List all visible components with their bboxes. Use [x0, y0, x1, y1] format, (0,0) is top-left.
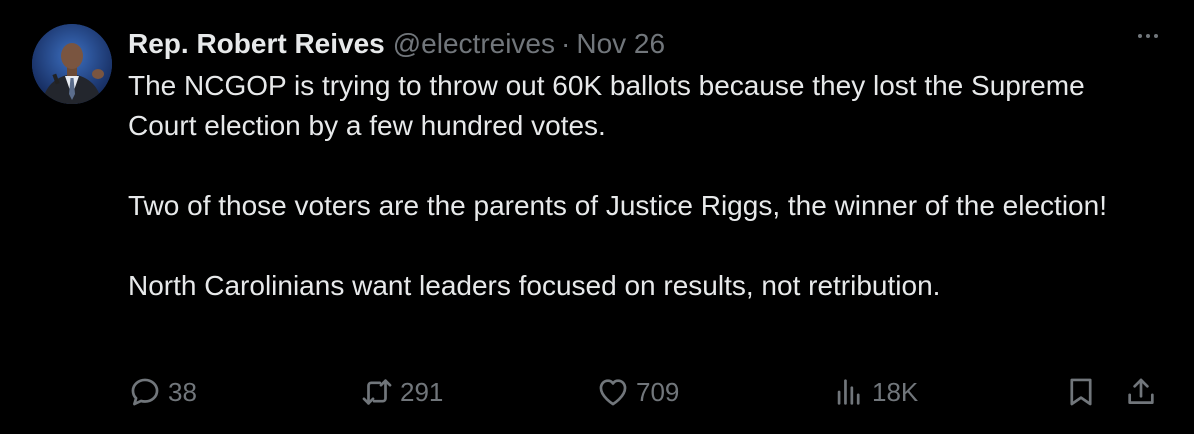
tweet-paragraph: Two of those voters are the parents of J…	[128, 190, 1107, 221]
tweet[interactable]: Rep. Robert Reives @electreives · Nov 26…	[0, 0, 1194, 434]
tweet-content: Rep. Robert Reives @electreives · Nov 26…	[128, 26, 1118, 306]
tweet-text: The NCGOP is trying to throw out 60K bal…	[128, 66, 1118, 306]
action-bar: 38 291 709 18K	[128, 370, 1168, 414]
retweet-count: 291	[400, 376, 444, 407]
views-button[interactable]: 18K	[832, 370, 918, 414]
share-button[interactable]	[1124, 370, 1158, 414]
bookmark-icon	[1070, 378, 1092, 406]
reply-count: 38	[168, 376, 197, 407]
tweet-header: Rep. Robert Reives @electreives · Nov 26	[128, 26, 1118, 62]
separator-dot: ·	[561, 28, 571, 59]
views-count: 18K	[872, 376, 919, 407]
like-button[interactable]: 709	[596, 370, 679, 414]
like-count: 709	[636, 376, 680, 407]
more-icon	[1154, 34, 1158, 38]
reply-icon	[131, 378, 159, 406]
reply-button[interactable]: 38	[128, 370, 197, 414]
tweet-paragraph: North Carolinians want leaders focused o…	[128, 270, 941, 301]
tweet-paragraph: The NCGOP is trying to throw out 60K bal…	[128, 70, 1085, 141]
retweet-button[interactable]: 291	[360, 370, 443, 414]
more-icon	[1146, 34, 1150, 38]
views-icon	[837, 379, 860, 405]
more-options-button[interactable]	[1138, 34, 1158, 38]
heart-icon	[599, 379, 627, 406]
author-handle[interactable]: @electreives	[393, 26, 555, 62]
retweet-icon	[362, 379, 392, 405]
tweet-date[interactable]: Nov 26	[576, 26, 665, 62]
more-icon	[1138, 34, 1142, 38]
author-name[interactable]: Rep. Robert Reives	[128, 26, 385, 62]
share-icon	[1128, 378, 1154, 404]
bookmark-button[interactable]	[1064, 370, 1098, 414]
avatar[interactable]	[32, 24, 112, 104]
